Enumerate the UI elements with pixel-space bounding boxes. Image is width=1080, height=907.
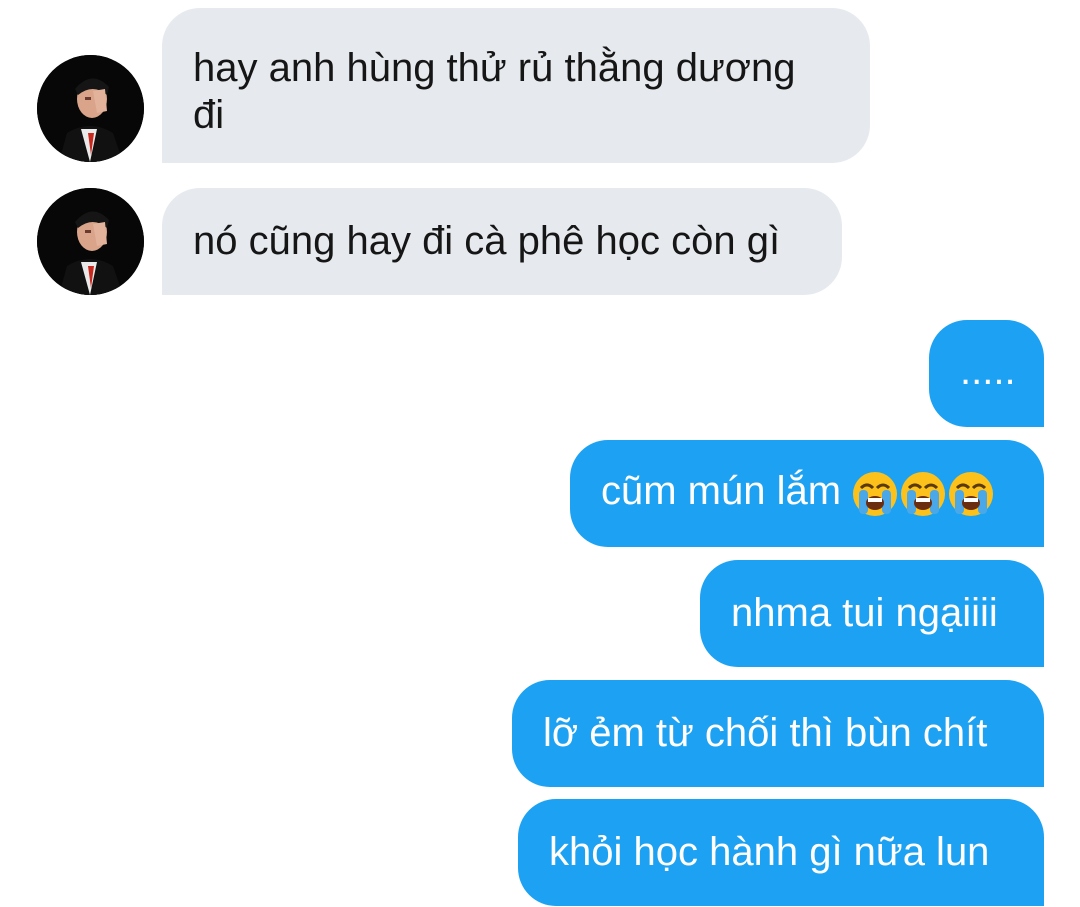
message-text: cũm mún lắm	[601, 469, 842, 513]
outgoing-message[interactable]: khỏi học hành gì nữa lun	[518, 799, 1044, 906]
sender-avatar[interactable]	[37, 188, 144, 295]
avatar-photo	[37, 55, 144, 162]
message-text-line: hay anh hùng thử rủ thằng dương	[193, 46, 796, 90]
avatar-photo	[37, 188, 144, 295]
message-text-line: đi	[193, 93, 225, 137]
message-text: lỡ ẻm từ chối thì bùn chít	[543, 711, 988, 755]
crying-face-icon	[949, 472, 994, 517]
crying-face-icon	[853, 472, 898, 517]
message-text: nó cũng hay đi cà phê học còn gì	[193, 219, 781, 263]
emoji-group	[851, 469, 995, 518]
sender-avatar[interactable]	[37, 55, 144, 162]
incoming-message[interactable]: nó cũng hay đi cà phê học còn gì	[162, 188, 842, 295]
incoming-message[interactable]: hay anh hùng thử rủ thằng dương đi	[162, 8, 870, 163]
outgoing-message[interactable]: lỡ ẻm từ chối thì bùn chít	[512, 680, 1044, 787]
crying-face-icon	[901, 472, 946, 517]
message-text: khỏi học hành gì nữa lun	[549, 830, 990, 874]
outgoing-message[interactable]: .....	[929, 320, 1044, 427]
message-text: nhma tui ngạiiii	[731, 591, 998, 635]
message-text: .....	[960, 349, 1016, 393]
outgoing-message[interactable]: nhma tui ngạiiii	[700, 560, 1044, 667]
outgoing-message[interactable]: cũm mún lắm	[570, 440, 1044, 547]
